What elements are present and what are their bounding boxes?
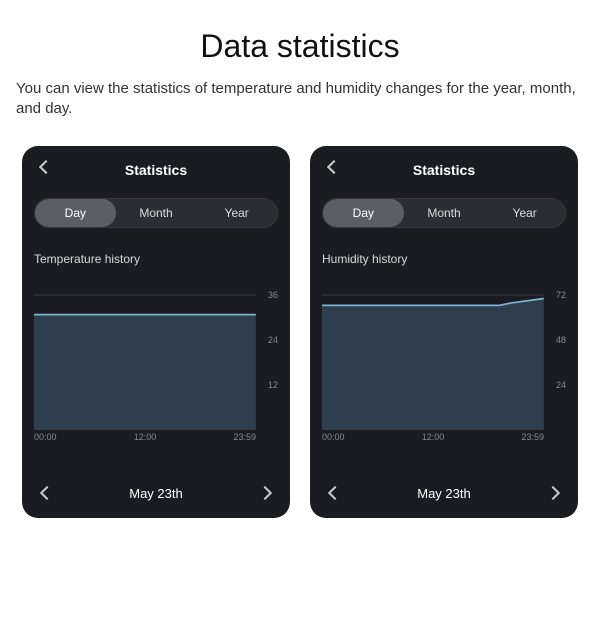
y-tick: 24 [268, 335, 278, 345]
chevron-right-icon [548, 485, 558, 503]
y-tick: 24 [556, 380, 566, 390]
screen-title: Statistics [413, 162, 475, 178]
x-tick: 23:59 [233, 432, 256, 442]
back-button[interactable] [36, 158, 56, 178]
chevron-right-icon [260, 485, 270, 503]
prev-day-button[interactable] [36, 483, 58, 505]
back-button[interactable] [324, 158, 344, 178]
chart-section-label: Humidity history [322, 252, 566, 266]
screen-header: Statistics [34, 158, 278, 182]
chevron-left-icon [330, 485, 340, 503]
range-segmented-control: Day Month Year [34, 198, 278, 228]
x-axis-ticks: 00:00 12:00 23:59 [34, 432, 278, 442]
tab-month[interactable]: Month [116, 199, 197, 227]
current-date: May 23th [129, 486, 182, 501]
x-tick: 12:00 [134, 432, 157, 442]
chevron-left-icon [42, 485, 52, 503]
screens-row: Statistics Day Month Year Temperature hi… [0, 146, 600, 518]
page-title: Data statistics [0, 28, 600, 65]
chart-svg [34, 280, 278, 430]
y-tick: 12 [268, 380, 278, 390]
date-navigator: May 23th [322, 478, 566, 510]
x-tick: 00:00 [322, 432, 345, 442]
y-tick: 72 [556, 290, 566, 300]
next-day-button[interactable] [542, 483, 564, 505]
y-tick: 48 [556, 335, 566, 345]
x-tick: 00:00 [34, 432, 57, 442]
humidity-chart: 72 48 24 [322, 280, 566, 430]
chart-section-label: Temperature history [34, 252, 278, 266]
screen-header: Statistics [322, 158, 566, 182]
screen-temperature: Statistics Day Month Year Temperature hi… [22, 146, 290, 518]
tab-month[interactable]: Month [404, 199, 485, 227]
y-tick: 36 [268, 290, 278, 300]
chevron-left-icon [41, 159, 51, 177]
x-axis-ticks: 00:00 12:00 23:59 [322, 432, 566, 442]
x-tick: 12:00 [422, 432, 445, 442]
screen-title: Statistics [125, 162, 187, 178]
date-navigator: May 23th [34, 478, 278, 510]
chevron-left-icon [329, 159, 339, 177]
tab-day[interactable]: Day [323, 199, 404, 227]
chart-svg [322, 280, 566, 430]
tab-year[interactable]: Year [196, 199, 277, 227]
tab-day[interactable]: Day [35, 199, 116, 227]
next-day-button[interactable] [254, 483, 276, 505]
prev-day-button[interactable] [324, 483, 346, 505]
x-tick: 23:59 [521, 432, 544, 442]
temperature-chart: 36 24 12 [34, 280, 278, 430]
screen-humidity: Statistics Day Month Year Humidity histo… [310, 146, 578, 518]
current-date: May 23th [417, 486, 470, 501]
page-subtitle: You can view the statistics of temperatu… [16, 79, 584, 120]
range-segmented-control: Day Month Year [322, 198, 566, 228]
tab-year[interactable]: Year [484, 199, 565, 227]
